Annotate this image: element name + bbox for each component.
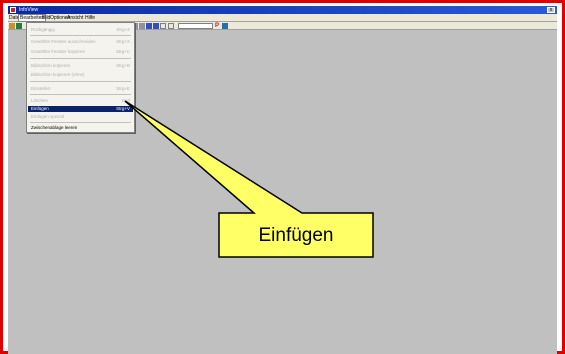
callout-label: Einfügen <box>258 224 334 246</box>
callout-shape <box>124 100 374 258</box>
